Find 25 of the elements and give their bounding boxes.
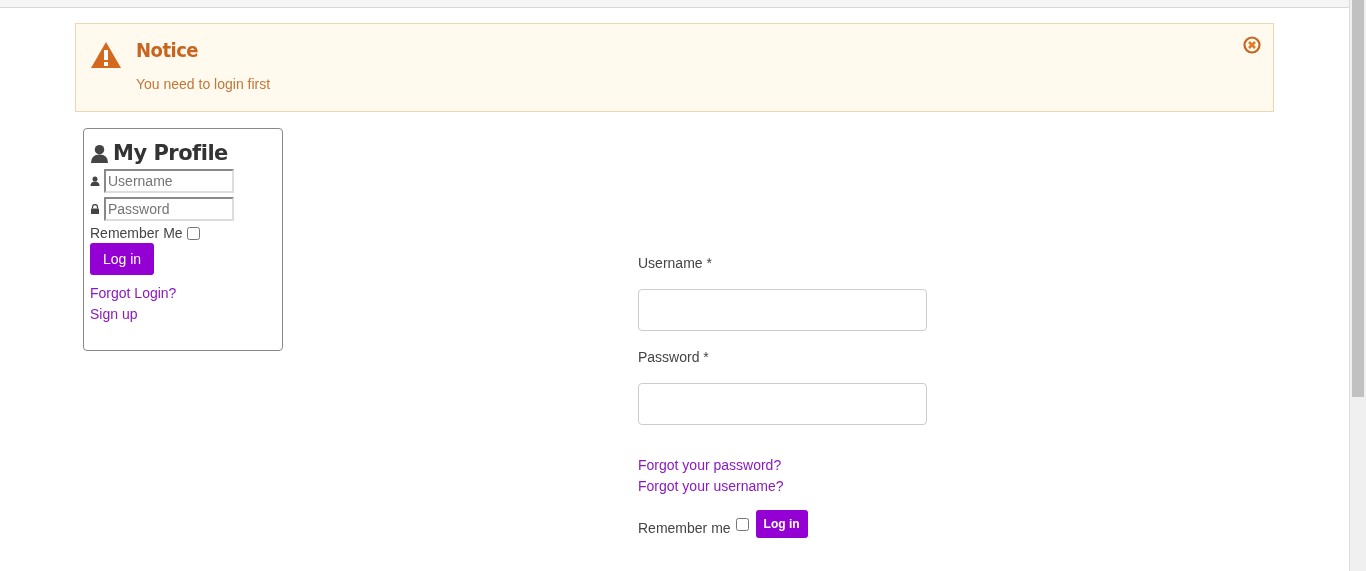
- panel-title: My Profile: [113, 141, 228, 165]
- username-label: Username *: [638, 255, 712, 271]
- link[interactable]: Forgot Login?: [90, 285, 177, 301]
- scrollbar[interactable]: [1349, 0, 1366, 571]
- link[interactable]: Forgot your username?: [638, 478, 784, 494]
- username-field[interactable]: [638, 289, 927, 331]
- notice-title: Notice: [136, 38, 200, 62]
- warning-icon: [90, 41, 122, 69]
- login-button[interactable]: Log in: [755, 510, 808, 538]
- password-field[interactable]: Password: [104, 197, 234, 221]
- remember-checkbox[interactable]: [186, 226, 200, 240]
- remember-checkbox[interactable]: [735, 517, 749, 531]
- user-icon: [90, 176, 100, 186]
- lock-icon: [90, 204, 100, 214]
- remember-label: Remember me: [638, 520, 731, 536]
- link[interactable]: Forgot your password?: [638, 457, 782, 473]
- login-button[interactable]: Log in: [90, 243, 155, 275]
- user-icon: [90, 143, 109, 163]
- password-field[interactable]: [638, 383, 927, 425]
- notice-message: You need to login first: [136, 76, 272, 92]
- remember-label: Remember Me: [90, 225, 183, 241]
- username-field[interactable]: Username: [104, 169, 234, 193]
- password-label: Password *: [638, 349, 709, 365]
- close-icon[interactable]: [1243, 36, 1261, 54]
- link[interactable]: Sign up: [90, 306, 138, 322]
